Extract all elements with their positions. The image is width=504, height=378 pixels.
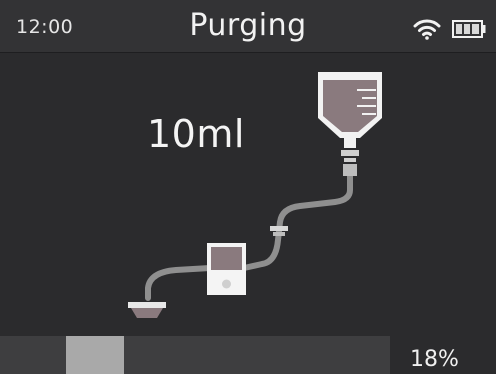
iv-bag-icon — [318, 72, 382, 176]
progress-fill — [66, 336, 124, 374]
pump-device-icon — [207, 243, 246, 295]
device-display: 12:00 Purging 10ml 18% — [0, 0, 504, 378]
screen: 12:00 Purging 10ml 18% — [0, 0, 496, 374]
purge-illustration — [128, 72, 382, 318]
progress-percent: 18% — [410, 347, 459, 372]
wifi-icon — [413, 19, 441, 40]
tube-connector-icon — [270, 226, 288, 236]
progress-track — [0, 336, 390, 374]
battery-icon — [452, 20, 486, 38]
tray-icon — [128, 302, 166, 318]
status-bar: 12:00 Purging — [0, 0, 496, 53]
